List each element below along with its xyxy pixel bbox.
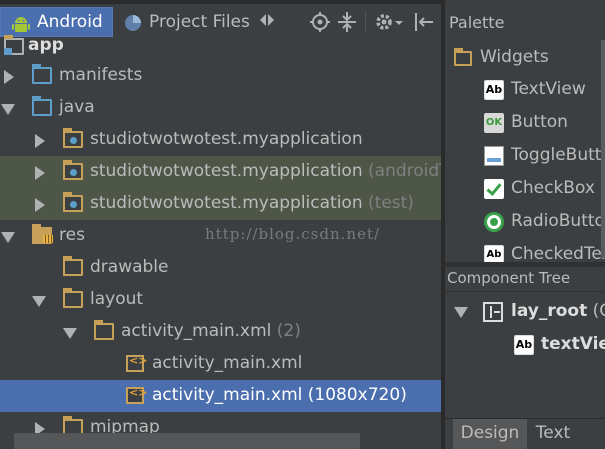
xml-file-icon [126, 386, 147, 404]
expand-arrow-icon[interactable] [35, 134, 45, 148]
tree-row-label: activity_main.xml [152, 353, 303, 373]
tree-row-label: res [59, 225, 85, 245]
tree-row-app[interactable]: app [0, 29, 441, 61]
folder-icon [63, 288, 83, 308]
palette-group-widgets[interactable]: Widgets [445, 41, 605, 74]
res-folder-icon [32, 224, 53, 244]
tree-row-manifests[interactable]: manifests [0, 60, 441, 92]
tree-row-activity-main-xml[interactable]: activity_main.xml [0, 348, 441, 380]
tree-row-drawable[interactable]: drawable [0, 252, 441, 284]
horizontal-scrollbar[interactable] [14, 433, 360, 449]
tree-row-label: layout [90, 289, 144, 309]
component-tree-child[interactable]: Ab textView [445, 328, 605, 361]
tree-row-label: studiotwotwotest.myapplication [90, 129, 363, 149]
tree-row-label: activity_main.xml (2) [121, 321, 301, 341]
tree-row-label: activity_main.xml (1080x720) [152, 385, 407, 405]
tab-design[interactable]: Design [453, 419, 527, 449]
xml-file-icon [126, 354, 147, 372]
palette-title: Palette [449, 13, 505, 32]
tree-row-hint: (test) [368, 193, 414, 213]
tree-row-package[interactable]: studiotwotwotest.myapplication [0, 124, 441, 156]
tree-row-hint: (2) [276, 321, 301, 341]
watermark-text: http://blog.csdn.net/ [205, 225, 381, 243]
tree-row-layout[interactable]: layout [0, 284, 441, 316]
tree-row-label: manifests [59, 65, 143, 85]
folder-icon [32, 64, 52, 84]
expand-arrow-icon[interactable] [35, 198, 45, 212]
component-tree-root[interactable]: lay_root (C [445, 295, 605, 328]
palette-item-label: Button [511, 112, 568, 132]
folder-icon [32, 96, 52, 116]
component-label: textView [541, 334, 605, 354]
component-label: lay_root (C [511, 301, 605, 321]
palette-item-togglebutton[interactable]: ToggleButton [445, 139, 605, 172]
linear-layout-icon [483, 302, 503, 322]
palette-item-checkbox[interactable]: CheckBox [445, 172, 605, 205]
package-icon [63, 128, 83, 148]
tree-row-label: studiotwotwotest.myapplication (test) [90, 193, 414, 213]
switch-arrows-icon[interactable] [258, 12, 276, 28]
collapse-arrow-icon[interactable] [63, 328, 77, 339]
project-tree: app manifests java studiotwotwotest.myap… [0, 35, 441, 449]
tree-row-label: studiotwotwotest.myapplication (androidT… [90, 161, 441, 181]
tree-row-java[interactable]: java [0, 92, 441, 124]
top-strip [0, 0, 441, 4]
palette-item-label: CheckedTextView [511, 244, 605, 264]
tree-row-label: java [59, 97, 95, 117]
designer-side-pane: Palette Widgets Ab TextView OK Button To… [445, 0, 605, 449]
tree-row-label: drawable [90, 257, 169, 277]
checkbox-icon [484, 179, 504, 199]
collapse-arrow-icon[interactable] [454, 307, 468, 318]
module-folder-icon [4, 35, 24, 55]
package-icon [63, 192, 83, 212]
palette-item-textview[interactable]: Ab TextView [445, 73, 605, 106]
tree-row-package-android-test[interactable]: studiotwotwotest.myapplication (androidT… [0, 156, 441, 188]
palette-group-label: Widgets [480, 47, 549, 67]
palette-scrollbar[interactable] [601, 40, 605, 258]
textview-icon: Ab [484, 80, 504, 100]
project-pane: Android Project Files app manifests java… [0, 0, 441, 449]
collapse-arrow-icon[interactable] [1, 104, 15, 115]
editor-mode-tabs: Design Text [445, 418, 605, 449]
collapse-arrow-icon[interactable] [1, 232, 15, 243]
tree-row-label: app [28, 35, 64, 55]
collapse-arrow-icon[interactable] [32, 296, 46, 307]
tree-row-activity-main-group[interactable]: activity_main.xml (2) [0, 316, 441, 348]
palette-item-radiobutton[interactable]: RadioButton [445, 205, 605, 238]
folder-icon [63, 256, 83, 276]
tab-text[interactable]: Text [528, 419, 578, 449]
palette-item-label: CheckBox [511, 178, 595, 198]
component-tree-title: Component Tree [447, 269, 571, 287]
palette-item-label: ToggleButton [511, 145, 605, 165]
folder-icon [454, 48, 472, 66]
tree-row-hint: (androidTest) [368, 161, 441, 181]
palette-item-label: TextView [511, 79, 586, 99]
expand-arrow-icon[interactable] [4, 70, 14, 84]
tree-row-activity-main-xml-1080x720[interactable]: activity_main.xml (1080x720) [0, 380, 441, 412]
togglebutton-icon [484, 146, 504, 166]
palette-item-label: RadioButton [511, 211, 605, 231]
textview-icon: Ab [514, 335, 534, 355]
tree-row-package-test[interactable]: studiotwotwotest.myapplication (test) [0, 188, 441, 220]
folder-icon [94, 320, 114, 340]
package-icon [63, 160, 83, 180]
component-tree-divider [445, 291, 605, 292]
radiobutton-icon [484, 212, 504, 232]
button-icon: OK [484, 113, 504, 133]
palette-item-button[interactable]: OK Button [445, 106, 605, 139]
expand-arrow-icon[interactable] [35, 166, 45, 180]
